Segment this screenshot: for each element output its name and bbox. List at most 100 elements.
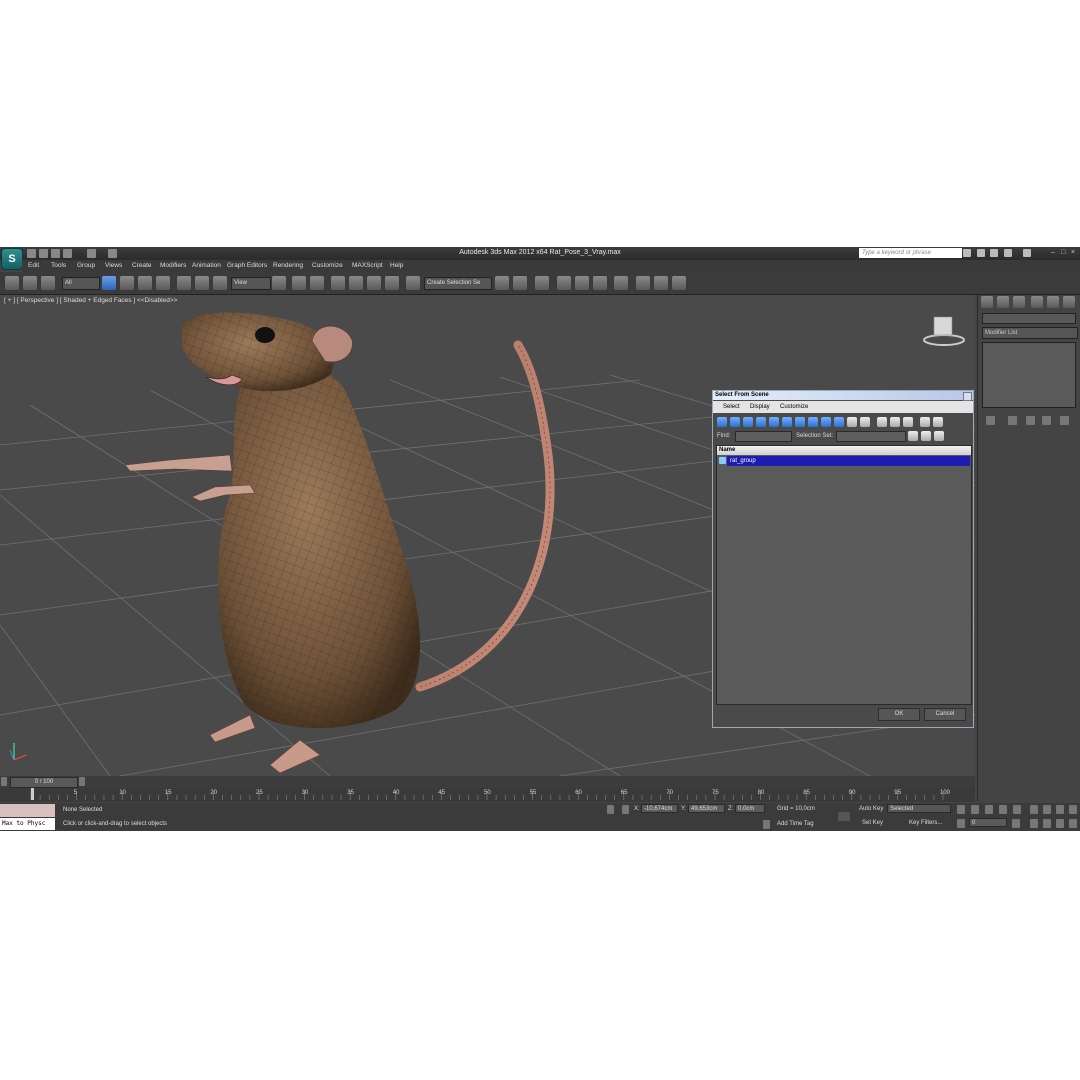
select-and-rotate-icon[interactable] <box>195 276 209 290</box>
menu-tools[interactable]: Tools <box>51 262 66 269</box>
menu-modifiers[interactable]: Modifiers <box>160 262 186 269</box>
slider-prev-icon[interactable] <box>1 777 7 786</box>
schematic-view-icon[interactable] <box>593 276 607 290</box>
selection-set-dropdown[interactable] <box>836 431 906 442</box>
time-slider[interactable]: 0 / 100 <box>10 777 78 788</box>
find-input[interactable] <box>735 431 792 442</box>
bind-spacewarp-icon[interactable] <box>41 276 55 290</box>
minimize-button[interactable]: – <box>1051 249 1055 256</box>
absolute-mode-icon[interactable] <box>622 805 629 814</box>
hierarchy-icon[interactable] <box>908 431 918 441</box>
previous-frame-icon[interactable] <box>971 805 979 814</box>
display-geometry-icon[interactable] <box>717 417 727 427</box>
menu-edit[interactable]: Edit <box>28 262 39 269</box>
maxscript-listener-top[interactable] <box>0 804 55 817</box>
select-and-scale-icon[interactable] <box>213 276 227 290</box>
mirror-icon[interactable] <box>495 276 509 290</box>
time-tag-icon[interactable] <box>763 820 770 829</box>
display-bones-icon[interactable] <box>821 417 831 427</box>
window-crossing-icon[interactable] <box>156 276 170 290</box>
pivot-center-icon[interactable] <box>272 276 286 290</box>
menu-animation[interactable]: Animation <box>192 262 221 269</box>
cancel-button[interactable]: Cancel <box>924 708 966 721</box>
motion-tab-icon[interactable] <box>1031 296 1043 308</box>
spinner-snap-icon[interactable] <box>385 276 399 290</box>
column-header-name[interactable]: Name <box>717 446 971 455</box>
align-icon[interactable] <box>513 276 527 290</box>
display-spacewarps-icon[interactable] <box>782 417 792 427</box>
time-configuration-icon[interactable] <box>1012 819 1020 828</box>
select-children-icon[interactable] <box>921 431 931 441</box>
modify-tab-icon[interactable] <box>997 296 1009 308</box>
configure-modifier-sets-icon[interactable] <box>1060 416 1069 425</box>
link-icon[interactable] <box>5 276 19 290</box>
curve-editor-icon[interactable] <box>575 276 589 290</box>
display-helpers-icon[interactable] <box>769 417 779 427</box>
add-time-tag[interactable]: Add Time Tag <box>777 821 814 827</box>
slider-next-icon[interactable] <box>79 777 85 786</box>
viewport-label-menu[interactable]: [ + ] [ Perspective ] [ Shaded + Edged F… <box>4 297 177 304</box>
select-all-icon[interactable] <box>877 417 887 427</box>
selection-lock-icon[interactable] <box>607 805 614 814</box>
utilities-tab-icon[interactable] <box>1063 296 1075 308</box>
zoom-all-icon[interactable] <box>1043 805 1051 814</box>
communication-icon[interactable] <box>990 249 998 257</box>
make-unique-icon[interactable] <box>1026 416 1035 425</box>
edit-named-selection-icon[interactable] <box>406 276 420 290</box>
key-mode-dropdown[interactable]: Selected <box>887 804 951 813</box>
display-shapes-icon[interactable] <box>730 417 740 427</box>
help-icon[interactable] <box>1023 249 1031 257</box>
snaps-toggle-icon[interactable] <box>331 276 345 290</box>
selection-filter-dropdown[interactable]: All <box>62 277 100 290</box>
zoom-icon[interactable] <box>1030 805 1038 814</box>
display-xrefs-icon[interactable] <box>808 417 818 427</box>
x-coordinate-field[interactable]: -10,674cm <box>641 804 678 813</box>
named-selection-set-dropdown[interactable]: Create Selection Se <box>424 277 492 290</box>
render-setup-icon[interactable] <box>636 276 650 290</box>
select-object-icon[interactable] <box>102 276 116 290</box>
select-by-name-icon[interactable] <box>120 276 134 290</box>
maximize-viewport-icon[interactable] <box>1069 819 1077 828</box>
current-frame-field[interactable]: 0 <box>969 818 1007 827</box>
orbit-icon[interactable] <box>1056 819 1064 828</box>
goto-end-icon[interactable] <box>1013 805 1021 814</box>
scene-object-list[interactable]: Name rat_group <box>716 445 972 705</box>
filter-icon[interactable] <box>920 417 930 427</box>
hierarchy-tab-icon[interactable] <box>1013 296 1025 308</box>
dialog-menu-display[interactable]: Display <box>750 404 770 410</box>
display-tab-icon[interactable] <box>1047 296 1059 308</box>
close-button[interactable]: × <box>1071 249 1075 256</box>
sort-icon[interactable] <box>933 417 943 427</box>
menu-customize[interactable]: Customize <box>312 262 343 269</box>
subscription-icon[interactable] <box>977 249 985 257</box>
menu-group[interactable]: Group <box>77 262 95 269</box>
select-and-move-icon[interactable] <box>177 276 191 290</box>
select-dependents-icon[interactable] <box>934 431 944 441</box>
set-key-icon[interactable] <box>838 812 850 821</box>
remove-modifier-icon[interactable] <box>1042 416 1051 425</box>
play-icon[interactable] <box>985 805 993 814</box>
rendered-frame-window-icon[interactable] <box>654 276 668 290</box>
reference-coordinate-dropdown[interactable]: View <box>231 277 271 290</box>
display-lights-icon[interactable] <box>743 417 753 427</box>
key-filters-button[interactable]: Key Filters... <box>909 820 942 826</box>
dialog-close-button[interactable]: × <box>963 392 972 401</box>
select-none-icon[interactable] <box>890 417 900 427</box>
menu-views[interactable]: Views <box>105 262 122 269</box>
track-bar[interactable]: 5 10 15 20 25 30 35 40 45 50 55 60 65 70 75 80 85 90 95 100 <box>0 788 975 802</box>
show-end-result-icon[interactable] <box>1008 416 1017 425</box>
display-hidden-icon[interactable] <box>860 417 870 427</box>
select-invert-icon[interactable] <box>903 417 913 427</box>
set-key-button[interactable]: Set Key <box>862 820 883 826</box>
unlink-icon[interactable] <box>23 276 37 290</box>
ok-button[interactable]: OK <box>878 708 920 721</box>
favorites-star-icon[interactable] <box>1004 249 1012 257</box>
display-cameras-icon[interactable] <box>756 417 766 427</box>
pan-view-icon[interactable] <box>1043 819 1051 828</box>
modifier-list-dropdown[interactable]: Modifier List <box>982 327 1078 339</box>
y-coordinate-field[interactable]: 49,653cm <box>688 804 725 813</box>
angle-snap-icon[interactable] <box>349 276 363 290</box>
render-production-icon[interactable] <box>672 276 686 290</box>
create-tab-icon[interactable] <box>981 296 993 308</box>
maxscript-listener-field[interactable]: Max to Physc <box>0 818 55 830</box>
